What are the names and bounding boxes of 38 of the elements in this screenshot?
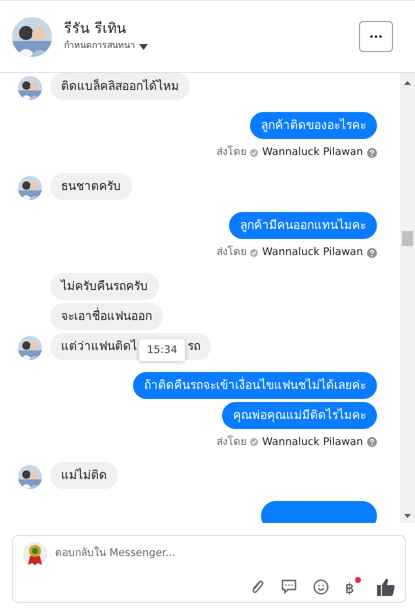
check-icon (250, 148, 258, 157)
message-text: แต่ว่าแฟนติดไ (61, 338, 137, 352)
message-bubble: แม่ไม่ติด (50, 462, 118, 490)
thumbs-up-icon[interactable] (377, 578, 395, 596)
medal-icon (23, 542, 47, 566)
sent-by-label: ส่งโดย (216, 145, 246, 160)
sender-name: Wannaluck Pilawan (262, 244, 363, 260)
contact-name: รีรัน รีเทิน (64, 20, 128, 40)
message-bubble: คุณพ่อคุณแม่มีติดไรไมคะ (222, 402, 377, 428)
message-bubble: ถ้าติดคืนรถจะเข้าเงื่อนไขแฟนชไม่ได้เลยค่ะ (133, 372, 377, 398)
speech-bubble-icon[interactable] (281, 579, 298, 594)
check-icon (250, 438, 258, 446)
message-bubble: ลูกค้ามีคนออกแทนไมคะ (229, 212, 377, 239)
help-icon[interactable] (367, 148, 377, 158)
sender-name: Wannaluck Pilawan (262, 434, 363, 450)
message-bubble: ติดแบล็คลิสออกได้ไหม (50, 73, 190, 100)
sent-by-label: ส่งโดย (216, 434, 246, 450)
scroll-down-icon[interactable] (404, 514, 411, 518)
sender-name: Wannaluck Pilawan (262, 145, 363, 160)
scroll-up-icon[interactable] (404, 81, 411, 85)
message-bubble: ลูกค้าติดของอะไรคะ (250, 112, 377, 139)
reply-field[interactable]: ตอบกลับใน Messenger... (55, 546, 315, 562)
message-bubble: ธนชาตครับ (50, 172, 132, 200)
sent-by-label: ส่งโดย (216, 244, 246, 260)
help-icon[interactable] (367, 248, 377, 258)
caret-icon[interactable] (139, 44, 148, 50)
check-icon (250, 248, 258, 257)
help-icon[interactable] (367, 437, 377, 448)
scrollbar[interactable] (400, 73, 415, 523)
timestamp-tooltip: 15:34 (139, 339, 186, 362)
message-bubble: ไม่ครับคืนรถครับ (50, 272, 159, 300)
scroll-thumb[interactable] (402, 231, 413, 246)
more-icon[interactable] (370, 35, 382, 38)
message-text: รถ (187, 338, 200, 352)
payment-button[interactable]: ฿ (345, 577, 361, 596)
message-bubble: จะเอาชื่อแฟนออก (50, 302, 163, 330)
smiley-icon[interactable] (313, 578, 330, 594)
conversation-menu-link[interactable]: กำหนดการสนทนา (64, 40, 135, 54)
